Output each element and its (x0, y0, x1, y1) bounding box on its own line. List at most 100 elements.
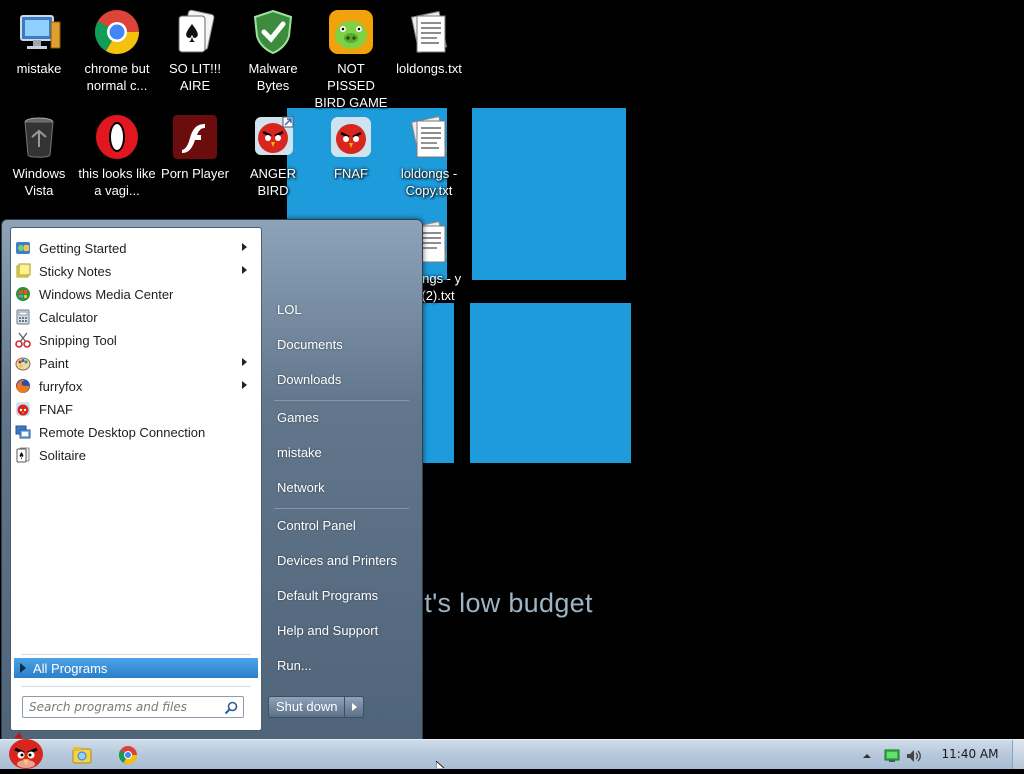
angry-bird-icon (327, 113, 375, 161)
wallpaper-tile (470, 303, 631, 463)
show-desktop-button[interactable] (1012, 740, 1024, 769)
desktop-icon-fnaf[interactable]: FNAF (312, 113, 390, 182)
computer-icon (15, 8, 63, 56)
program-fnaf[interactable]: FNAF (13, 398, 257, 420)
taskbar-explorer-button[interactable] (70, 743, 94, 767)
desktop-icon-label: chrome but normal c... (84, 61, 150, 93)
program-paint[interactable]: Paint (13, 352, 257, 374)
program-windows-media-center[interactable]: Windows Media Center (13, 283, 257, 305)
start-search-input[interactable] (27, 698, 224, 716)
shield-check-icon (249, 8, 297, 56)
desktop-icon-mistake[interactable]: mistake (0, 8, 78, 77)
desktop-icon-label: this looks like a vagi... (78, 166, 156, 198)
program-sticky-notes[interactable]: Sticky Notes (13, 260, 257, 282)
solitaire-icon (171, 8, 219, 56)
program-label: Getting Started (39, 240, 127, 256)
all-programs-arrow-icon (20, 663, 26, 673)
right-item-network[interactable]: Network (269, 475, 422, 501)
program-furryfox[interactable]: furryfox (13, 375, 257, 397)
search-icon[interactable] (224, 700, 238, 715)
submenu-arrow-icon (242, 381, 247, 389)
text-file-icon (405, 113, 453, 161)
remote-desktop-icon (15, 424, 31, 440)
wallpaper-caption: it's low budget (418, 588, 593, 618)
desktop-icon-label: ANGER BIRD (249, 166, 297, 198)
program-label: Sticky Notes (39, 263, 112, 279)
desktop-icon-malwarebytes[interactable]: Malware Bytes (234, 8, 312, 94)
right-item-default-programs[interactable]: Default Programs (269, 583, 422, 609)
right-item-documents[interactable]: Documents (269, 332, 422, 358)
shutdown-group: Shut down (268, 696, 365, 718)
program-label: Snipping Tool (39, 332, 117, 348)
shutdown-options-button[interactable] (345, 696, 365, 718)
calculator-icon (15, 309, 31, 325)
desktop-icon-opera[interactable]: this looks like a vagi... (78, 113, 156, 199)
recycle-bin-icon (15, 113, 63, 161)
program-snipping-tool[interactable]: Snipping Tool (13, 329, 257, 351)
program-label: Calculator (39, 309, 98, 325)
desktop-icon-loldongs[interactable]: loldongs.txt (390, 8, 468, 77)
right-item-mistake[interactable]: mistake (269, 440, 422, 466)
start-menu: Getting Started Sticky Notes Windows Med… (1, 219, 423, 741)
program-calculator[interactable]: Calculator (13, 306, 257, 328)
program-label: FNAF (39, 401, 73, 417)
right-pane-separator (274, 400, 409, 401)
right-pane-separator (274, 508, 409, 509)
desktop-icon-pig-game[interactable]: NOT PISSED BIRD GAME (312, 8, 390, 111)
right-item-help-support[interactable]: Help and Support (269, 618, 422, 644)
program-label: furryfox (39, 378, 83, 394)
desktop-icon-chrome[interactable]: chrome but normal c... (78, 8, 156, 94)
right-item-downloads[interactable]: Downloads (269, 367, 422, 393)
angry-bird-shortcut-icon (249, 113, 297, 161)
chrome-icon (118, 746, 137, 765)
all-programs-button[interactable]: All Programs (14, 658, 258, 678)
scissors-icon (15, 332, 31, 348)
right-item-games[interactable]: Games (269, 405, 422, 431)
desktop-icon-loldongs-copy[interactable]: loldongs - Copy.txt (390, 113, 468, 199)
firefox-icon (15, 378, 31, 394)
right-item-run[interactable]: Run... (269, 653, 422, 679)
submenu-arrow-icon (242, 243, 247, 251)
desktop-icon-label: Malware Bytes (248, 61, 298, 93)
text-file-icon (405, 8, 453, 56)
volume-icon[interactable] (906, 748, 921, 762)
program-label: Windows Media Center (39, 286, 174, 302)
desktop-icon-recycle-bin[interactable]: Windows Vista (0, 113, 78, 199)
explorer-folder-icon (72, 747, 92, 764)
wallpaper-tile (472, 108, 626, 280)
start-button[interactable] (4, 730, 48, 770)
desktop-icon-label: loldongs.txt (396, 61, 462, 76)
network-icon[interactable] (884, 748, 900, 762)
show-hidden-icons-icon[interactable] (860, 748, 874, 762)
program-remote-desktop[interactable]: Remote Desktop Connection (13, 421, 257, 443)
taskbar-chrome-button[interactable] (116, 743, 140, 767)
program-getting-started[interactable]: Getting Started (13, 237, 257, 259)
taskbar-clock[interactable]: 11:40 AM (930, 747, 1010, 761)
right-item-devices-printers[interactable]: Devices and Printers (269, 548, 422, 574)
opera-icon (93, 113, 141, 161)
desktop-icon-label: FNAF (334, 166, 368, 181)
chrome-icon (93, 8, 141, 56)
angry-bird-icon (15, 401, 31, 417)
program-solitaire[interactable]: Solitaire (13, 444, 257, 466)
start-menu-programs-pane: Getting Started Sticky Notes Windows Med… (10, 227, 262, 731)
getting-started-icon (15, 240, 31, 256)
right-item-lol[interactable]: LOL (269, 297, 422, 323)
shutdown-button[interactable]: Shut down (268, 696, 346, 718)
right-item-control-panel[interactable]: Control Panel (269, 513, 422, 539)
program-label: Remote Desktop Connection (39, 424, 206, 440)
programs-separator (21, 654, 251, 655)
program-label: Paint (39, 355, 69, 371)
desktop-icon-anger-bird[interactable]: ANGER BIRD (234, 113, 312, 199)
all-programs-label: All Programs (33, 660, 108, 676)
flash-icon (171, 113, 219, 161)
desktop-icon-solitaire[interactable]: SO LIT!!! AIRE (156, 8, 234, 94)
media-center-icon (15, 286, 31, 302)
start-search-box[interactable] (22, 696, 244, 718)
solitaire-icon (15, 447, 31, 463)
angry-bird-start-icon (9, 732, 43, 769)
desktop-icon-label: mistake (16, 61, 62, 76)
desktop-icon-label: Porn Player (161, 166, 229, 181)
desktop-icon-porn-player[interactable]: Porn Player (156, 113, 234, 182)
desktop-icon-label: NOT PISSED BIRD GAME (314, 61, 388, 110)
